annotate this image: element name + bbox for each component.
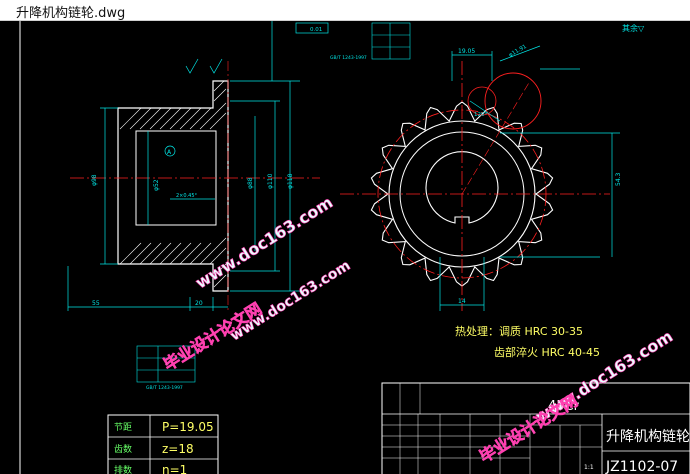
dim-phi-88: φ88: [247, 177, 254, 189]
hardening-note: 齿部淬火 HRC 40-45: [494, 345, 600, 359]
dim-phi-98: φ98: [91, 174, 98, 186]
part-name: 升降机构链轮: [606, 429, 690, 445]
dim-54-3: 54.3: [615, 172, 622, 186]
roughness-other: 其余▽: [622, 23, 645, 33]
param-value-rows: n=1: [162, 463, 187, 474]
drawing-canvas[interactable]: A φ98 φ52 φ88 φ110 φ118 2×0.45° 55 20 0.…: [0, 21, 690, 474]
title-bar: 升降机构链轮.dwg: [0, 0, 690, 21]
dim-55: 55: [92, 300, 100, 307]
tooth-profile-table: [371, 22, 411, 60]
watermark-text: 毕业设计论文网: [160, 299, 265, 374]
roughness-mark-1: [185, 58, 199, 74]
roller-circle-a: [484, 72, 542, 130]
watermark-text: 毕业设计论文网: [476, 391, 581, 466]
param-value-teeth: z=18: [162, 442, 194, 456]
dim-14: 14: [458, 298, 466, 305]
flatness-label: 0.01: [310, 27, 322, 33]
cad-viewer-window: 升降机构链轮.dwg A φ98 φ52 φ88 φ110 φ118 2×0.4…: [0, 0, 690, 474]
dim-phi-11-91: φ11.91: [508, 44, 528, 59]
param-label-rows: 排数: [114, 464, 132, 474]
dim-phi-52: φ52: [153, 179, 160, 191]
window-title: 升降机构链轮.dwg: [16, 6, 126, 21]
std-ref-bottom: GB/T 1243-1997: [146, 385, 183, 391]
sprocket-dimensions: [439, 45, 620, 311]
dim-phi-118: φ118: [287, 173, 294, 189]
param-label-teeth: 齿数: [114, 443, 132, 455]
param-value-pitch: P=19.05: [162, 420, 214, 434]
dim-left-20: 20: [195, 300, 203, 307]
section-dimensions: [67, 21, 300, 311]
heat-treatment-note: 热处理：调质 HRC 30-35: [455, 325, 583, 338]
chamfer-note: 2×0.45°: [176, 193, 198, 199]
dim-phi-110: φ110: [267, 173, 274, 189]
cad-drawing-svg[interactable]: A φ98 φ52 φ88 φ110 φ118 2×0.45° 55 20 0.…: [0, 21, 690, 474]
datum-a-label: A: [167, 149, 172, 156]
section-hatching-top: [119, 80, 227, 130]
std-ref-top: GB/T 1243-1997: [330, 55, 367, 61]
parameter-table: 节距 P=19.05 齿数 z=18 排数 n=1: [107, 414, 219, 474]
dim-19-05: 19.05: [458, 48, 475, 55]
drawing-number: JZ1102-07: [605, 459, 678, 474]
roughness-mark-2: [209, 58, 223, 74]
scale-label: 1:1: [584, 464, 594, 471]
sprocket-view: 19.05 φ11.91 120° 54.3 14 其余▽: [340, 23, 645, 311]
watermark-text: www.doc163.com: [228, 258, 354, 345]
dim-120: 120°: [474, 112, 487, 118]
param-label-pitch: 节距: [114, 422, 132, 433]
roller-circle-b: [467, 86, 497, 116]
